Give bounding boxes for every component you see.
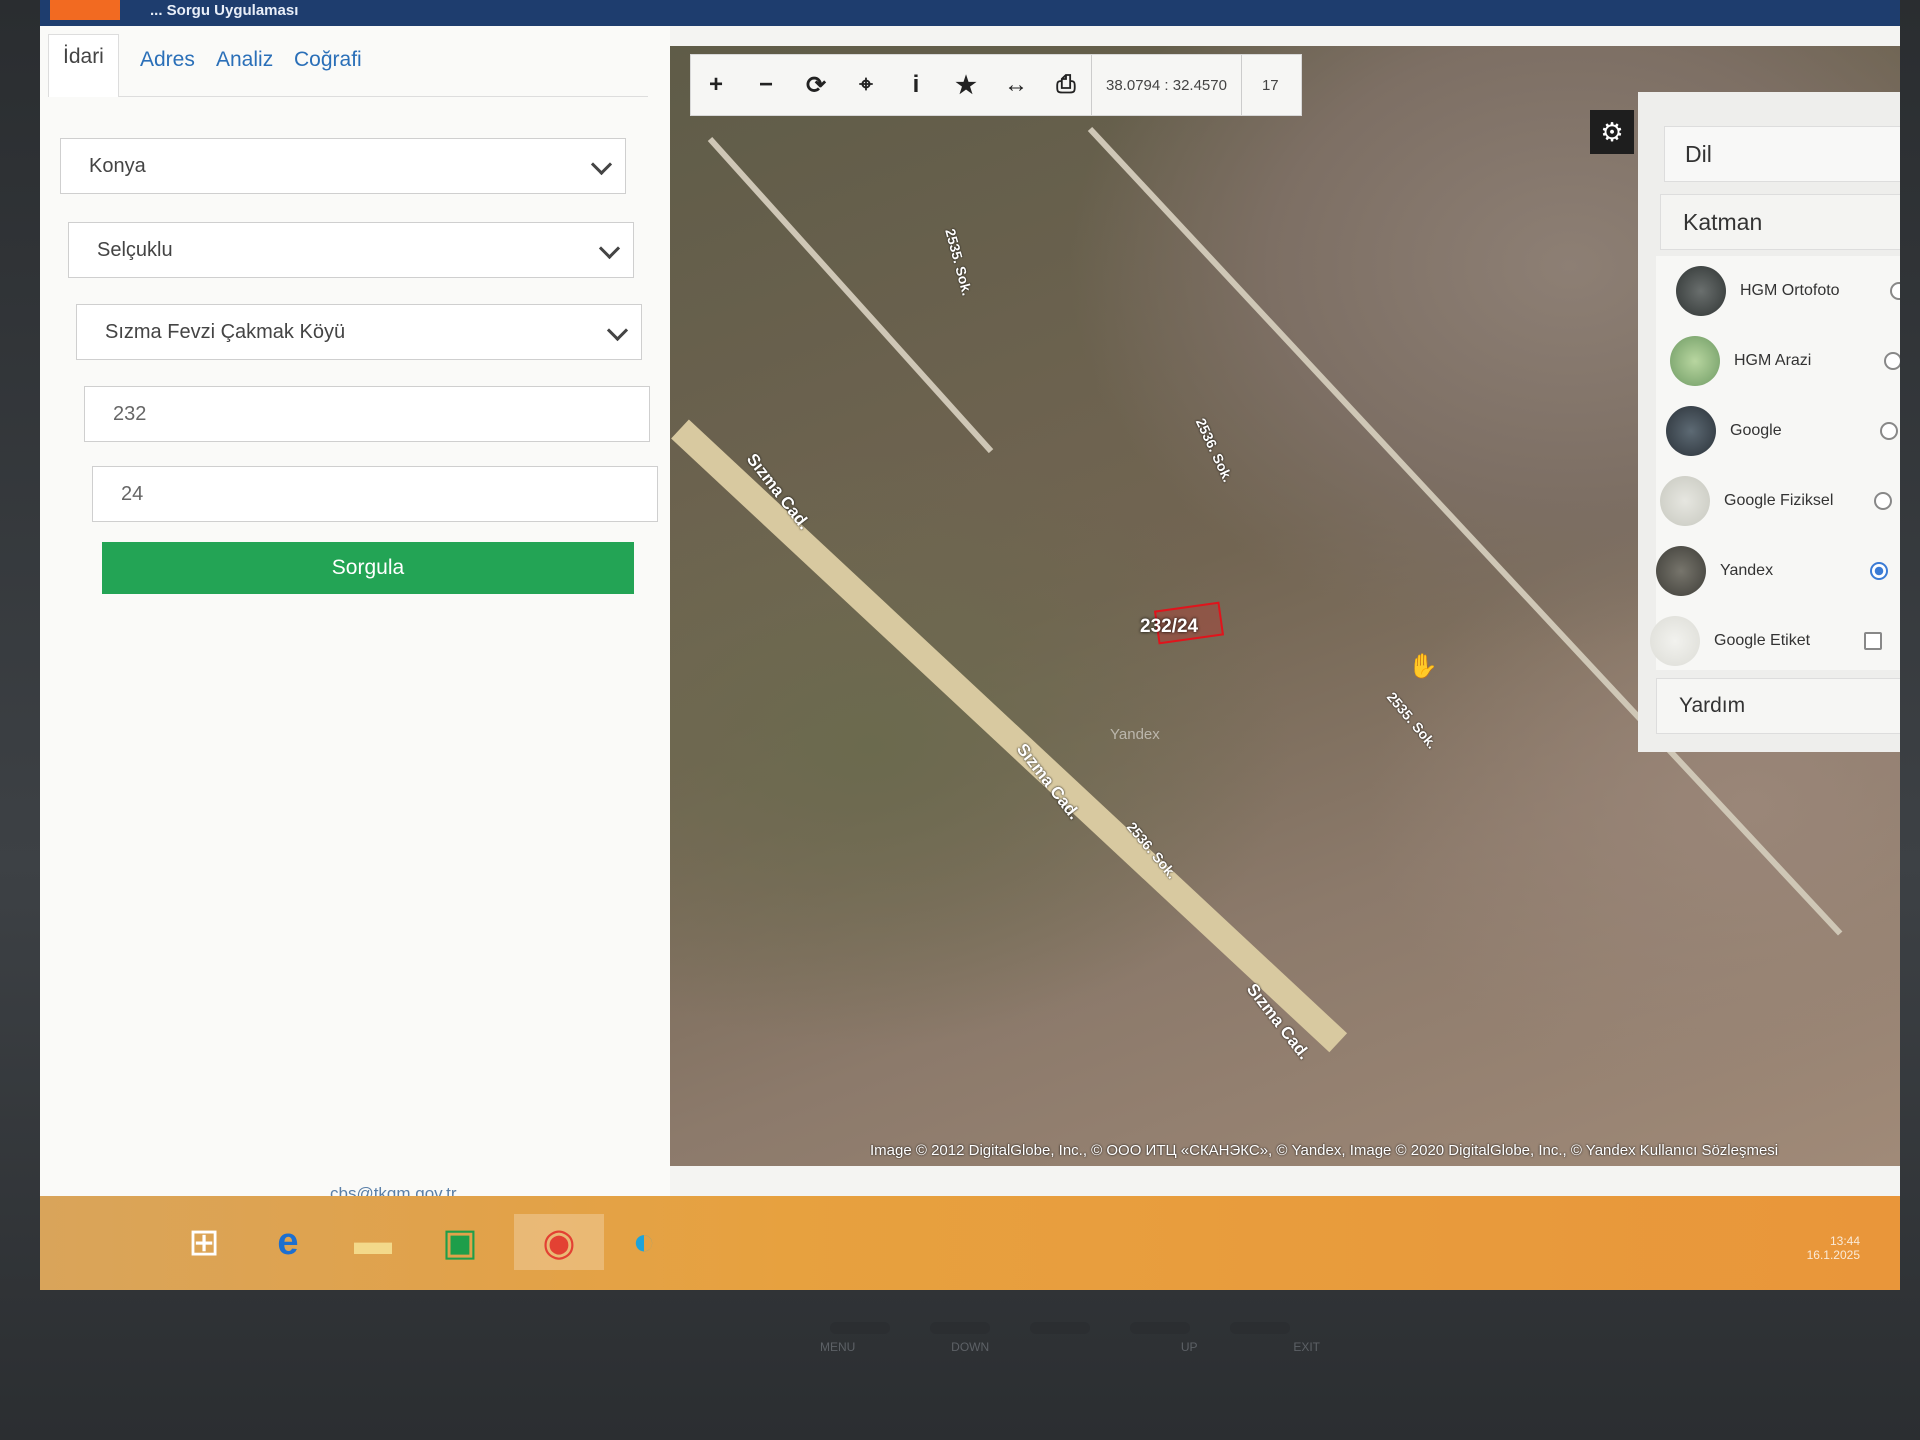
- neighborhood-value: Sızma Fevzi Çakmak Köyü: [105, 320, 346, 343]
- neighborhood-select[interactable]: Sızma Fevzi Çakmak Köyü: [76, 304, 642, 360]
- measure-icon[interactable]: ↔: [991, 55, 1041, 115]
- layer-list: HGM Ortofoto HGM Arazi Google Google Fiz…: [1650, 256, 1900, 670]
- layer-item-hgm-ortofoto[interactable]: HGM Ortofoto: [1666, 256, 1900, 326]
- layer-thumbnail: [1656, 546, 1706, 596]
- zoom-out-icon[interactable]: −: [741, 55, 791, 115]
- monitor-button-labels: MENU DOWN UP EXIT: [820, 1340, 1320, 1354]
- tab-analiz[interactable]: Analiz: [216, 48, 273, 72]
- title-bar: ... Sorgu Uygulaması: [40, 0, 1900, 26]
- road-label: 2536. Sok.: [1192, 415, 1237, 485]
- map-copyright: Image © 2012 DigitalGlobe, Inc., © ООО И…: [870, 1142, 1779, 1159]
- layer-radio-selected[interactable]: [1870, 562, 1888, 580]
- road-label: 2535. Sok.: [1383, 688, 1441, 752]
- tab-cografi[interactable]: Coğrafi: [294, 48, 362, 72]
- gear-icon[interactable]: ⚙: [1590, 110, 1634, 154]
- layer-item-yandex[interactable]: Yandex: [1646, 536, 1900, 606]
- layer-checkbox[interactable]: [1864, 632, 1882, 650]
- tab-adres[interactable]: Adres: [140, 48, 195, 72]
- parcel-label: 232/24: [1140, 616, 1199, 637]
- monitor-button[interactable]: [930, 1322, 990, 1334]
- tab-bar: İdari Adres Analiz Coğrafi: [48, 34, 648, 97]
- layer-item-hgm-arazi[interactable]: HGM Arazi: [1660, 326, 1900, 396]
- layer-name: HGM Arazi: [1734, 352, 1812, 369]
- chrome-icon[interactable]: ◉: [514, 1214, 604, 1270]
- layer-panel: Dil Katman HGM Ortofoto HGM Arazi Google…: [1638, 92, 1900, 752]
- zoom-in-icon[interactable]: +: [691, 55, 741, 115]
- file-explorer-icon[interactable]: ▬: [345, 1214, 401, 1270]
- layer-thumbnail: [1670, 336, 1720, 386]
- monitor-button[interactable]: [830, 1322, 890, 1334]
- layer-thumbnail: [1676, 266, 1726, 316]
- taskbar-clock[interactable]: 13:44 16.1.2025: [1807, 1234, 1860, 1262]
- zoom-level: 17: [1261, 76, 1279, 94]
- layer-name: Google Fiziksel: [1724, 492, 1834, 509]
- district-select[interactable]: Selçuklu: [68, 222, 634, 278]
- map-toolbar: + − ⟳ ⌖ i ★ ↔ ⎙ 38.0794 : 32.4570 17: [690, 54, 1302, 116]
- map-watermark: Yandex: [1110, 726, 1160, 743]
- locate-icon[interactable]: ⌖: [841, 55, 891, 115]
- hand-cursor-icon: ✋: [1408, 653, 1438, 680]
- layer-radio[interactable]: [1880, 422, 1898, 440]
- layer-radio[interactable]: [1884, 352, 1900, 370]
- layer-name: Yandex: [1720, 562, 1774, 579]
- monitor-button[interactable]: [1230, 1322, 1290, 1334]
- layer-section-header[interactable]: Katman: [1660, 194, 1900, 250]
- side-road: [707, 136, 994, 454]
- layer-name: Google Etiket: [1714, 632, 1811, 649]
- layer-thumbnail: [1650, 616, 1700, 666]
- coordinate-readout: 38.0794 : 32.4570: [1091, 55, 1242, 115]
- layer-item-google[interactable]: Google: [1656, 396, 1900, 466]
- district-value: Selçuklu: [97, 238, 173, 261]
- monitor-label-up: UP: [1180, 1340, 1198, 1354]
- chevron-down-icon: [590, 153, 613, 176]
- print-icon[interactable]: ⎙: [1041, 55, 1091, 115]
- clock-time: 13:44: [1829, 1234, 1860, 1248]
- parcel-input[interactable]: 24: [92, 466, 658, 522]
- layer-name: HGM Ortofoto: [1740, 282, 1840, 299]
- parcel-value: 24: [121, 482, 144, 505]
- monitor-button[interactable]: [1030, 1322, 1090, 1334]
- info-icon[interactable]: i: [891, 55, 941, 115]
- main-road: [671, 419, 1348, 1053]
- layer-item-google-etiket[interactable]: Google Etiket: [1640, 606, 1900, 676]
- layer-name: Google: [1730, 422, 1782, 439]
- layer-item-google-fiziksel[interactable]: Google Fiziksel: [1650, 466, 1900, 536]
- help-section[interactable]: Yardım: [1656, 678, 1900, 734]
- windows-start-icon[interactable]: ⊞: [176, 1214, 232, 1270]
- monitor-label-menu: MENU: [820, 1340, 856, 1354]
- screen: ... Sorgu Uygulaması İdari Adres Analiz …: [40, 0, 1900, 1290]
- store-icon[interactable]: ▣: [432, 1214, 488, 1270]
- monitor-button[interactable]: [1130, 1322, 1190, 1334]
- block-value: 232: [113, 402, 147, 425]
- chevron-down-icon: [598, 237, 621, 260]
- refresh-icon[interactable]: ⟳: [791, 55, 841, 115]
- chevron-down-icon: [606, 319, 629, 342]
- tab-idari[interactable]: İdari: [48, 34, 119, 97]
- layer-radio[interactable]: [1874, 492, 1892, 510]
- logo: [50, 0, 120, 20]
- province-select[interactable]: Konya: [60, 138, 626, 194]
- internet-explorer-icon[interactable]: e: [260, 1214, 316, 1270]
- province-value: Konya: [89, 154, 146, 177]
- edge-icon[interactable]: ◐: [616, 1214, 672, 1270]
- block-input[interactable]: 232: [84, 386, 650, 442]
- sorgula-button[interactable]: Sorgula: [102, 542, 634, 594]
- monitor-label-down: DOWN: [951, 1340, 990, 1354]
- layer-radio[interactable]: [1890, 282, 1900, 300]
- layer-thumbnail: [1666, 406, 1716, 456]
- app-title: ... Sorgu Uygulaması: [150, 2, 299, 19]
- language-section[interactable]: Dil: [1664, 126, 1900, 182]
- windows-taskbar: ⊞ e ▬ ▣ ◉ ◐ 13:44 16.1.2025: [40, 1196, 1900, 1290]
- star-icon[interactable]: ★: [941, 55, 991, 115]
- monitor-label-exit: EXIT: [1293, 1340, 1320, 1354]
- clock-date: 16.1.2025: [1806, 1248, 1860, 1262]
- road-label: 2535. Sok.: [942, 226, 976, 298]
- layer-thumbnail: [1660, 476, 1710, 526]
- left-panel: İdari Adres Analiz Coğrafi Konya Selçukl…: [40, 26, 670, 1226]
